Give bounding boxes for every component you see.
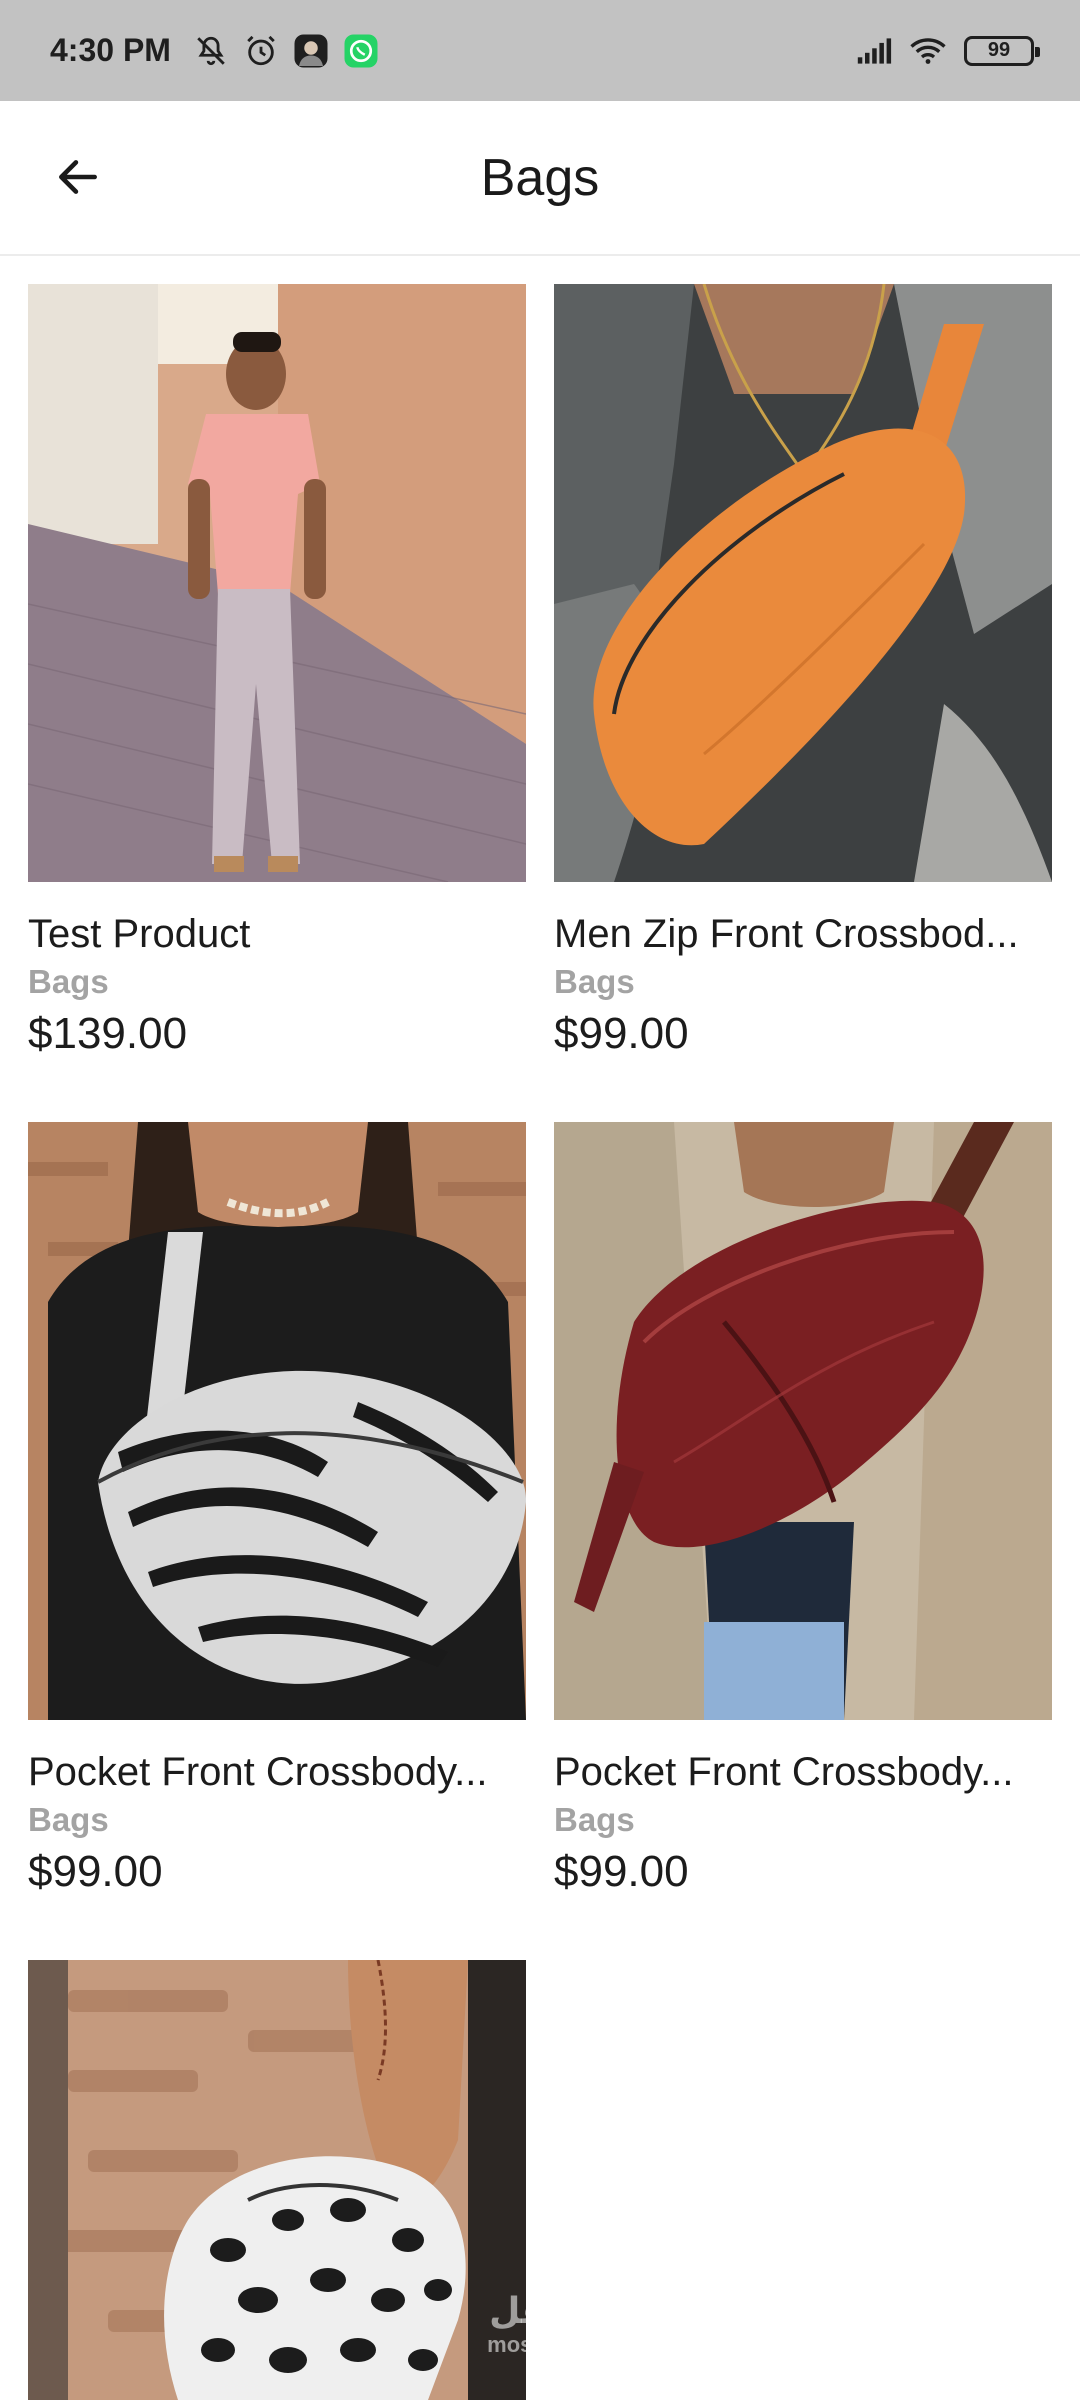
watermark-arabic: مستقل — [489, 2290, 621, 2331]
product-name[interactable]: Test Product — [28, 912, 526, 957]
status-time: 4:30 PM — [50, 32, 171, 68]
product-card[interactable]: Pocket Front Crossbody... Bags $99.00 — [28, 1122, 526, 1897]
status-bar: 4:30 PM 99 — [0, 0, 1080, 101]
product-card[interactable]: Pocket Front Crossbody... Bags $99.00 — [554, 1122, 1052, 1897]
app-bar: Bags — [0, 101, 1080, 256]
watermark-latin: mostaql.com — [487, 2332, 623, 2357]
product-image[interactable] — [28, 1960, 526, 2400]
product-name[interactable]: Pocket Front Crossbody... — [28, 1750, 526, 1795]
back-button[interactable] — [40, 141, 116, 217]
product-price: $99.00 — [554, 1009, 689, 1058]
product-category: Bags — [28, 963, 109, 1000]
watermark-logo: مستقل mostaql.com — [480, 2290, 630, 2358]
product-price: $99.00 — [554, 1847, 689, 1896]
product-card[interactable]: Men Zip Front Crossbod... Bags $99.00 — [554, 284, 1052, 1059]
product-name[interactable]: Pocket Front Crossbody... — [554, 1750, 1052, 1795]
product-card[interactable]: Test Product Bags $139.00 — [28, 284, 526, 1059]
page-title: Bags — [480, 148, 600, 207]
wifi-icon — [910, 33, 946, 69]
arrow-left-icon — [53, 152, 103, 207]
product-category: Bags — [28, 1801, 109, 1838]
product-price: $139.00 — [28, 1009, 188, 1058]
alarm-icon — [243, 33, 279, 69]
product-image[interactable] — [28, 284, 526, 882]
mute-icon — [193, 33, 229, 69]
battery-level: 99 — [987, 39, 1011, 61]
product-category: Bags — [554, 1801, 635, 1838]
system-icons: 99 — [856, 33, 1040, 69]
avatar-notification-icon — [293, 33, 329, 69]
battery-icon: 99 — [964, 35, 1040, 66]
product-image[interactable] — [554, 1122, 1052, 1720]
product-image[interactable] — [554, 284, 1052, 882]
product-name[interactable]: Men Zip Front Crossbod... — [554, 912, 1052, 957]
product-card[interactable] — [28, 1960, 526, 2400]
whatsapp-icon — [343, 33, 379, 69]
product-price: $99.00 — [28, 1847, 163, 1896]
product-image[interactable] — [28, 1122, 526, 1720]
notification-icons — [193, 33, 379, 69]
signal-icon — [856, 33, 892, 69]
product-category: Bags — [554, 963, 635, 1000]
